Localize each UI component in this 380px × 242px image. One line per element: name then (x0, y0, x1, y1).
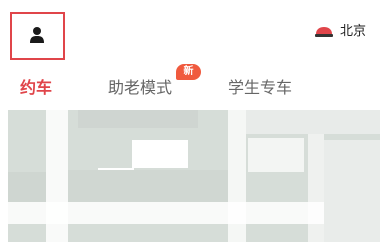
service-tabs: 约车 助老模式 新 学生专车 (0, 64, 380, 108)
profile-button[interactable] (10, 12, 65, 60)
car-icon (314, 27, 333, 37)
tab-elder-mode[interactable]: 助老模式 (108, 74, 172, 102)
tab-student-car[interactable]: 学生专车 (228, 74, 292, 102)
city-selector[interactable]: 北京 (314, 22, 366, 42)
map-view[interactable] (8, 110, 380, 242)
map-canvas (8, 110, 380, 242)
top-bar: 北京 (0, 0, 380, 72)
city-label: 北京 (339, 24, 366, 39)
tab-ride[interactable]: 约车 (20, 74, 52, 102)
user-icon (30, 27, 44, 43)
ride-hailing-app: 北京 约车 助老模式 新 学生专车 (0, 0, 380, 242)
new-badge: 新 (176, 64, 201, 80)
